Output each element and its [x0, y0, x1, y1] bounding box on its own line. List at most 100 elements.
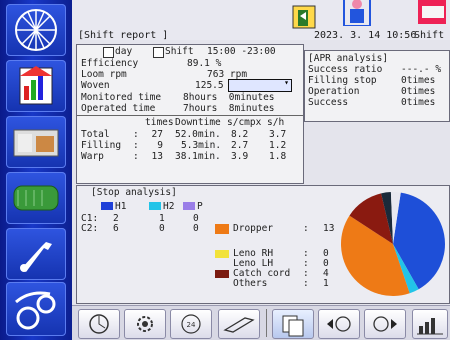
row-times: 13	[151, 151, 163, 162]
row-label: Filling	[81, 140, 122, 151]
loom-status-button[interactable]	[78, 309, 120, 339]
monitored-time-value: 8hours 0minutes	[183, 92, 275, 103]
apr-row-label: Operation	[308, 86, 360, 97]
monitored-time-label: Monitored time	[81, 92, 162, 103]
operator-icon[interactable]	[342, 0, 372, 26]
cause-swatch-dropper	[215, 224, 229, 234]
cause-value: 1	[323, 278, 329, 289]
row-scmpx: 2.7	[231, 140, 249, 151]
apr-row-value: 0times	[401, 97, 436, 108]
legend-h1: H1	[115, 201, 127, 212]
stop-analysis-panel: [Stop analysis] H1 H2 P C1: 2 1 0 C2: 6 …	[76, 185, 450, 304]
sidebar-button-settings[interactable]	[6, 282, 66, 336]
cause-label: Dropper	[233, 223, 274, 234]
wrench-icon	[20, 242, 52, 272]
clock-24h-icon: 24	[181, 314, 201, 334]
copy-pages-icon	[282, 315, 304, 337]
prev-arrow-icon	[327, 316, 351, 332]
apr-row-label: Filling stop	[308, 75, 377, 86]
shift-checkbox[interactable]	[153, 47, 164, 58]
sidebar-button-maintenance[interactable]	[6, 228, 66, 280]
loom-status-icon	[89, 314, 109, 334]
top-bar: [Shift report ] 2023. 3. 14 10:56 Shift	[72, 0, 450, 41]
sidebar	[0, 0, 72, 340]
row-sh: 3.7	[269, 129, 287, 140]
row-sh: 1.2	[269, 140, 287, 151]
cause-value: 13	[323, 223, 335, 234]
chart-view-button[interactable]	[412, 309, 448, 339]
cause-label: Others	[233, 278, 268, 289]
col-times: times	[145, 117, 174, 128]
divider	[77, 115, 303, 116]
legend-p: P	[197, 201, 203, 212]
shift-label: Shift	[414, 30, 445, 41]
efficiency-value: 89.1 %	[187, 58, 222, 69]
legend-swatch-h2	[149, 202, 161, 210]
next-arrow-icon	[373, 316, 397, 332]
door-exit-icon[interactable]	[290, 2, 320, 32]
datetime: 2023. 3. 14 10:56	[314, 30, 417, 41]
loom-rpm-label: Loom rpm	[81, 69, 127, 80]
sidebar-button-report[interactable]	[6, 60, 66, 112]
bar-chart-icon	[417, 318, 443, 335]
stop-pie-chart	[341, 192, 445, 296]
cause-swatch-catch-cord	[215, 270, 229, 278]
row-label: Warp	[81, 151, 104, 162]
c2-p: 0	[193, 223, 199, 234]
apr-row-value: 0times	[401, 75, 436, 86]
row-scmpx: 3.9	[231, 151, 249, 162]
svg-text:24: 24	[187, 321, 196, 329]
shuttle-icon	[223, 317, 255, 333]
day-label: day	[115, 46, 133, 57]
row-sh: 1.8	[269, 151, 287, 162]
weft-button[interactable]	[218, 309, 260, 339]
gear-icon	[137, 316, 153, 332]
gear-unit-button[interactable]	[124, 309, 166, 339]
c2-h2: 0	[159, 223, 165, 234]
row-downtime: 5.3min.	[181, 140, 222, 151]
next-button[interactable]	[364, 309, 406, 339]
c2-label: C2:	[81, 223, 99, 234]
col-sh: s/h	[267, 117, 285, 128]
efficiency-label: Efficiency	[81, 58, 139, 69]
sidebar-button-main[interactable]	[6, 4, 66, 56]
row-label: Total	[81, 129, 110, 140]
prev-button[interactable]	[318, 309, 360, 339]
woven-value: 125.5	[195, 80, 224, 91]
row-times: 9	[157, 140, 163, 151]
loom-display: [Shift report ] 2023. 3. 14 10:56 Shift …	[0, 0, 450, 340]
woven-unit-dropdown[interactable]: ▾	[228, 78, 292, 92]
row-downtime: 52.0min.	[175, 129, 221, 140]
apr-title: [APR analysis]	[308, 53, 389, 64]
shift-time: 15:00 -23:00	[207, 46, 276, 57]
apr-row-label: Success ratio	[308, 64, 383, 75]
efficiency-panel: day Shift 15:00 -23:00 Efficiency 89.1 %…	[76, 44, 304, 184]
apr-row-value: ---.- %	[401, 64, 442, 75]
hours-button[interactable]: 24	[170, 309, 212, 339]
loom-machine-icon	[13, 129, 59, 157]
sidebar-button-loom[interactable]	[6, 116, 66, 168]
col-scmpx: s/cmpx	[227, 117, 262, 128]
day-checkbox[interactable]	[103, 47, 114, 58]
page-title: [Shift report ]	[78, 30, 169, 41]
row-times: 27	[151, 129, 163, 140]
copy-report-button[interactable]	[272, 309, 314, 339]
stop-analysis-title: [Stop analysis]	[91, 187, 177, 198]
beam-roll-icon	[13, 185, 59, 211]
apr-row-label: Success	[308, 97, 349, 108]
report-icon	[19, 66, 53, 105]
legend-swatch-p	[183, 202, 195, 210]
gear-settings-icon	[15, 291, 56, 330]
dropdown-arrow-icon: ▾	[284, 78, 289, 87]
woven-label: Woven	[81, 80, 110, 91]
legend-h2: H2	[163, 201, 175, 212]
sidebar-button-beam[interactable]	[6, 172, 66, 224]
cause-swatch-leno-rh	[215, 250, 229, 258]
operated-time-value: 7hours 8minutes	[183, 103, 275, 114]
operated-time-label: Operated time	[81, 103, 156, 114]
row-downtime: 38.1min.	[175, 151, 221, 162]
machine-status-icon[interactable]	[416, 0, 446, 26]
c2-h1: 6	[113, 223, 119, 234]
legend-swatch-h1	[101, 202, 113, 210]
loom-wheel-icon	[15, 9, 57, 51]
